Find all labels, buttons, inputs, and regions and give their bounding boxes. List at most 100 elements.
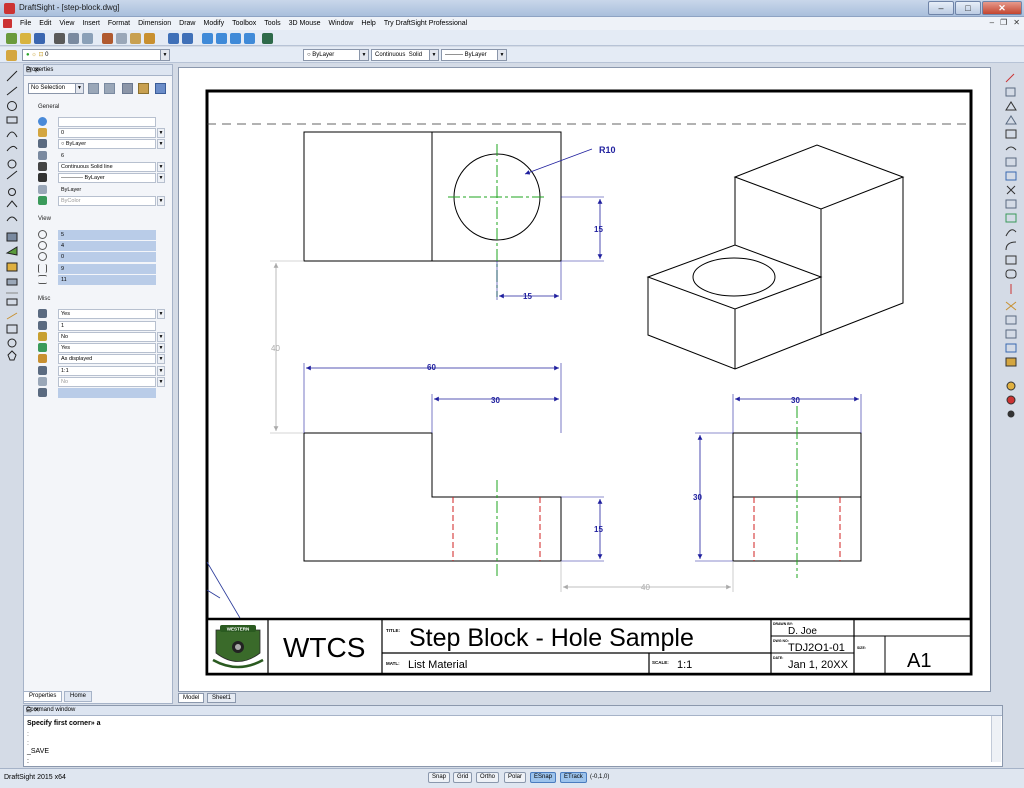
zoom-window-icon[interactable] xyxy=(216,33,227,44)
menu-modify[interactable]: Modify xyxy=(200,20,229,27)
prop-value[interactable]: Yes xyxy=(58,343,156,353)
prop-value[interactable]: No xyxy=(58,332,156,342)
chevron-down-icon[interactable]: ▼ xyxy=(157,354,165,364)
redo-icon[interactable] xyxy=(182,33,193,44)
prop-value[interactable]: 9 xyxy=(58,264,156,274)
layer-combo[interactable]: ● ☼ ⊡ 0 ▼ xyxy=(22,49,170,61)
print-icon[interactable] xyxy=(54,33,65,44)
chevron-down-icon[interactable]: ▼ xyxy=(157,309,165,319)
misc-visual-style-row[interactable]: As displayed ▼ xyxy=(38,354,166,364)
misc-extra-row[interactable] xyxy=(38,388,166,398)
lineweight-combo[interactable]: ——— ByLayer ▼ xyxy=(441,49,507,61)
prop-value[interactable] xyxy=(58,117,156,127)
tab-properties[interactable]: Properties xyxy=(23,691,63,702)
menu-file[interactable]: File xyxy=(16,20,35,27)
prop-value[interactable]: ———— ByLayer xyxy=(58,173,156,183)
prop-value[interactable]: Yes xyxy=(58,309,156,319)
misc-standard-scale-row[interactable]: 1:1 ▼ xyxy=(38,366,166,376)
command-input[interactable]: : xyxy=(27,758,29,765)
misc-viewcube-row[interactable]: Yes ▼ xyxy=(38,343,166,353)
undo-icon[interactable] xyxy=(168,33,179,44)
prop-linecolor-row[interactable]: ○ ByLayer ▼ xyxy=(38,139,166,149)
view-center-z-row[interactable]: 0 xyxy=(38,252,166,262)
zoom-previous-icon[interactable] xyxy=(244,33,255,44)
menu-insert[interactable]: Insert xyxy=(78,20,104,27)
pan-icon[interactable] xyxy=(202,33,213,44)
prop-value[interactable]: 1:1 xyxy=(58,366,156,376)
prop-value[interactable]: 11 xyxy=(58,275,156,285)
prop-value[interactable]: 1 xyxy=(58,321,156,331)
doc-restore-icon[interactable]: ❐ xyxy=(1000,18,1007,27)
new-icon[interactable] xyxy=(6,33,17,44)
view-height-row[interactable]: 9 xyxy=(38,264,166,274)
prop-lineweight-row[interactable]: ———— ByLayer ▼ xyxy=(38,173,166,183)
chevron-down-icon[interactable]: ▼ xyxy=(157,366,165,376)
minimize-button[interactable]: – xyxy=(928,1,954,15)
properties-filter-icon[interactable] xyxy=(138,83,149,94)
doc-close-icon[interactable]: ✕ xyxy=(1013,18,1020,27)
paste-icon[interactable] xyxy=(130,33,141,44)
grid-button[interactable]: Grid xyxy=(453,772,473,783)
snap-tracking-icon[interactable] xyxy=(262,33,273,44)
chevron-down-icon[interactable]: ▼ xyxy=(157,173,165,183)
prop-value[interactable]: ○ ByLayer xyxy=(58,139,156,149)
snap-button[interactable]: Snap xyxy=(428,772,451,783)
menu-help[interactable]: Help xyxy=(357,20,379,27)
tab-sheet1[interactable]: Sheet1 xyxy=(207,693,237,703)
doc-minimize-icon[interactable]: – xyxy=(990,18,994,27)
etrack-button[interactable]: ETrack xyxy=(560,772,587,783)
misc-annotation-scale-row[interactable]: 1 xyxy=(38,321,166,331)
match-properties-icon[interactable] xyxy=(144,33,155,44)
help-icon[interactable] xyxy=(155,83,166,94)
maximize-button[interactable]: □ xyxy=(955,1,981,15)
linestyle-combo[interactable]: Continuous Solid ▼ xyxy=(371,49,439,61)
copy-icon[interactable] xyxy=(116,33,127,44)
selection-combo[interactable]: No Selection ▼ xyxy=(28,83,84,94)
view-center-x-row[interactable]: 5 xyxy=(38,230,166,240)
layer-manager-icon[interactable] xyxy=(6,50,17,61)
menu-toolbox[interactable]: Toolbox xyxy=(228,20,260,27)
menu-format[interactable]: Format xyxy=(104,20,134,27)
cut-icon[interactable] xyxy=(102,33,113,44)
zoom-dynamic-icon[interactable] xyxy=(230,33,241,44)
chevron-down-icon[interactable]: ▼ xyxy=(157,128,165,138)
drawing-sheet[interactable]: R10 15 15 40 60 30 15 30 30 40 WESTERN W… xyxy=(190,70,990,688)
save-icon[interactable] xyxy=(34,33,45,44)
toggle-pickadd-icon[interactable] xyxy=(122,83,133,94)
menu-3d-mouse[interactable]: 3D Mouse xyxy=(285,20,325,27)
prop-value[interactable]: 0 xyxy=(58,128,156,138)
document-icon[interactable] xyxy=(3,19,12,28)
panel-pin-close-icon[interactable]: ⊟ ✕ xyxy=(26,66,169,74)
misc-ucs-on-row[interactable]: Yes ▼ xyxy=(38,309,166,319)
misc-ucs-origin-row[interactable]: No ▼ xyxy=(38,332,166,342)
chevron-down-icon[interactable]: ▼ xyxy=(157,343,165,353)
chevron-down-icon[interactable]: ▼ xyxy=(157,139,165,149)
prop-value[interactable]: Continuous Solid line xyxy=(58,162,156,172)
chevron-down-icon[interactable]: ▼ xyxy=(157,162,165,172)
prop-value[interactable]: 5 xyxy=(58,230,156,240)
color-combo[interactable]: ○ ByLayer ▼ xyxy=(303,49,369,61)
chevron-down-icon[interactable]: ▼ xyxy=(157,332,165,342)
prop-linestyle-row[interactable]: Continuous Solid line ▼ xyxy=(38,162,166,172)
command-scrollbar[interactable] xyxy=(991,716,1001,762)
zoom-preview-icon[interactable] xyxy=(82,33,93,44)
menu-window[interactable]: Window xyxy=(325,20,358,27)
menu-dimension[interactable]: Dimension xyxy=(134,20,175,27)
prop-value[interactable] xyxy=(58,388,156,398)
menu-tools[interactable]: Tools xyxy=(260,20,284,27)
quick-select-icon[interactable] xyxy=(104,83,115,94)
command-window-pin-close-icon[interactable]: ⊟ ✕ xyxy=(26,706,998,714)
close-button[interactable]: ✕ xyxy=(982,1,1022,15)
view-center-y-row[interactable]: 4 xyxy=(38,241,166,251)
prop-value[interactable]: 0 xyxy=(58,252,156,262)
tab-home[interactable]: Home xyxy=(64,691,93,702)
prop-value[interactable]: 4 xyxy=(58,241,156,251)
menu-draw[interactable]: Draw xyxy=(175,20,199,27)
prop-layer-row[interactable]: 0 ▼ xyxy=(38,128,166,138)
print-preview-icon[interactable] xyxy=(68,33,79,44)
select-objects-icon[interactable] xyxy=(88,83,99,94)
open-icon[interactable] xyxy=(20,33,31,44)
menu-try-professional[interactable]: Try DraftSight Professional xyxy=(380,20,471,27)
app-icon[interactable] xyxy=(4,3,15,14)
polar-button[interactable]: Polar xyxy=(504,772,527,783)
